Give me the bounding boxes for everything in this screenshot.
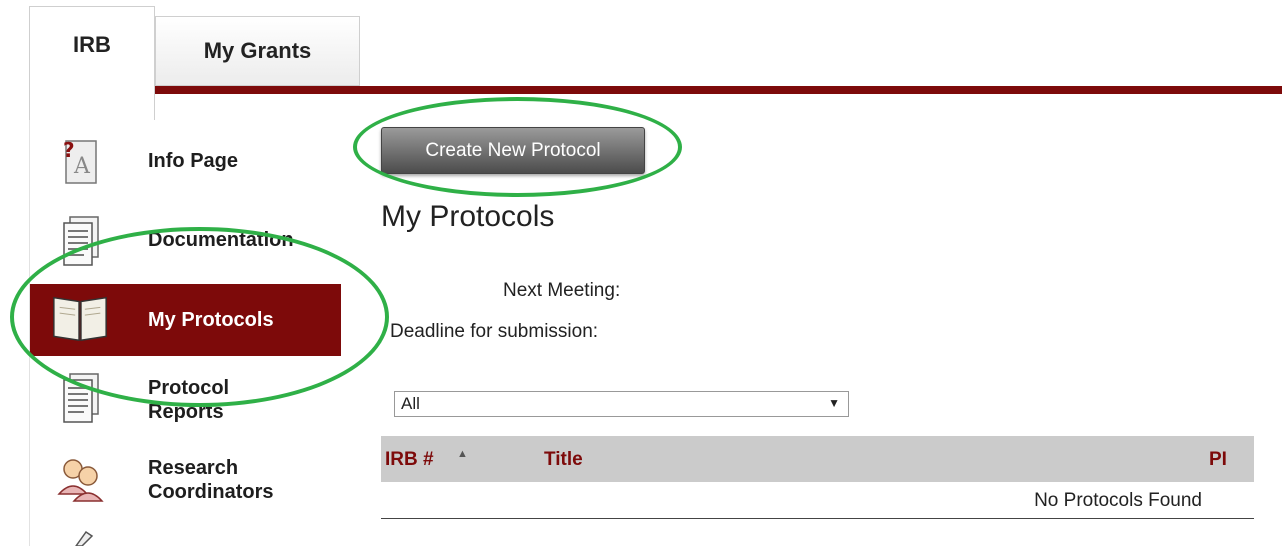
sidebar-item-documentation[interactable]: Documentation bbox=[30, 211, 330, 271]
report-icon bbox=[50, 370, 110, 426]
next-meeting-label: Next Meeting: bbox=[503, 280, 621, 301]
sidebar-item-label: Documentation bbox=[148, 229, 294, 251]
sidebar-item-info-page[interactable]: A ? Info Page bbox=[30, 133, 330, 189]
sidebar-item-label: My Protocols bbox=[148, 309, 274, 331]
table-row: No Protocols Found bbox=[381, 482, 1254, 519]
deadline-label: Deadline for submission: bbox=[390, 321, 599, 342]
help-document-icon: A ? bbox=[50, 133, 110, 189]
tab-irb[interactable]: IRB bbox=[29, 6, 155, 120]
sidebar-item-label: Research Coordinators bbox=[148, 457, 274, 503]
protocols-table-header: IRB # ▲ Title PI bbox=[381, 436, 1254, 482]
sidebar-item-my-protocols[interactable]: My Protocols bbox=[30, 284, 341, 356]
edit-icon bbox=[50, 528, 110, 546]
users-icon bbox=[50, 451, 110, 507]
sidebar-item-protocol-reports[interactable]: Protocol Reports bbox=[30, 367, 330, 429]
empty-table-message: No Protocols Found bbox=[1034, 490, 1202, 511]
sidebar-item-label: Info Page bbox=[148, 150, 239, 172]
tab-my-grants[interactable]: My Grants bbox=[155, 16, 360, 86]
sort-ascending-icon[interactable]: ▲ bbox=[457, 448, 468, 460]
filter-selected-value: All bbox=[401, 394, 420, 413]
document-icon bbox=[50, 213, 110, 269]
svg-text:?: ? bbox=[63, 138, 75, 162]
column-header-title[interactable]: Title bbox=[544, 449, 583, 471]
tab-underline-bar bbox=[155, 86, 1282, 94]
column-header-pi[interactable]: PI bbox=[1209, 449, 1227, 471]
sidebar-item-research-coordinators[interactable]: Research Coordinators bbox=[30, 448, 330, 510]
sidebar-item-more[interactable] bbox=[30, 528, 330, 546]
dropdown-arrow-icon: ▼ bbox=[828, 396, 840, 410]
open-book-icon bbox=[50, 290, 110, 346]
page-title: My Protocols bbox=[381, 200, 555, 233]
create-new-protocol-button[interactable]: Create New Protocol bbox=[381, 127, 645, 174]
svg-text:A: A bbox=[73, 154, 91, 179]
tab-my-grants-label: My Grants bbox=[203, 38, 312, 63]
column-header-irb-number[interactable]: IRB # bbox=[385, 449, 434, 471]
sidebar-item-label: Protocol Reports bbox=[148, 377, 230, 423]
tab-irb-label: IRB bbox=[73, 32, 111, 57]
protocol-filter-select[interactable]: All ▼ bbox=[394, 391, 849, 417]
